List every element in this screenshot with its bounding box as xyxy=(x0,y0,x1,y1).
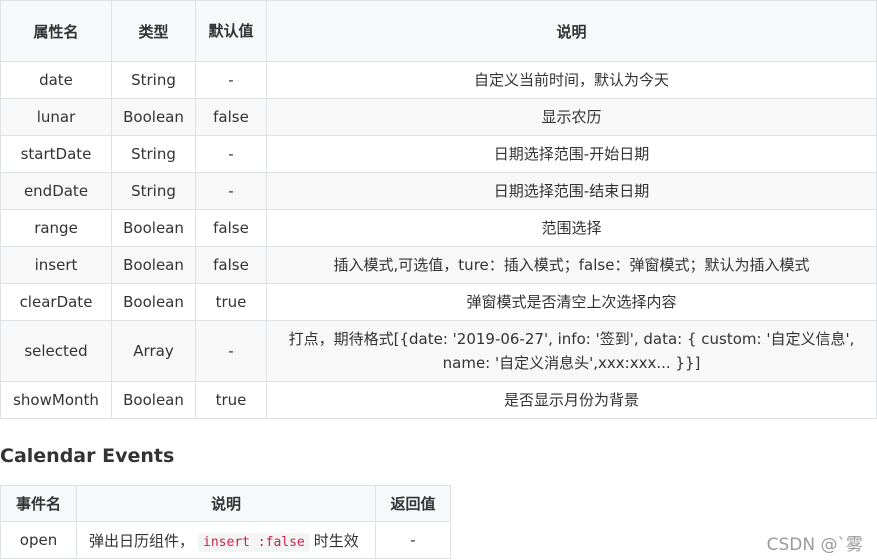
event-desc-code: insert :false xyxy=(198,532,310,552)
props-table: 属性名 类型 默认值 说明 date String - 自定义当前时间，默认为今… xyxy=(0,0,877,419)
table-row: lunar Boolean false 显示农历 xyxy=(0,98,877,136)
prop-default: false xyxy=(195,246,267,284)
prop-default: true xyxy=(195,381,267,419)
header-default: 默认值 xyxy=(195,0,267,62)
event-desc-after: 时生效 xyxy=(313,531,359,550)
table-row: clearDate Boolean true 弹窗模式是否清空上次选择内容 xyxy=(0,283,877,321)
header-event-name: 事件名 xyxy=(0,485,77,522)
prop-desc: 显示农历 xyxy=(266,98,877,136)
props-header-row: 属性名 类型 默认值 说明 xyxy=(0,0,877,62)
prop-type: String xyxy=(111,135,196,173)
table-row: range Boolean false 范围选择 xyxy=(0,209,877,247)
prop-name: date xyxy=(0,61,112,99)
prop-desc: 自定义当前时间，默认为今天 xyxy=(266,61,877,99)
prop-name: showMonth xyxy=(0,381,112,419)
prop-default: false xyxy=(195,209,267,247)
prop-desc: 是否显示月份为背景 xyxy=(266,381,877,419)
table-row: insert Boolean false 插入模式,可选值，ture：插入模式；… xyxy=(0,246,877,284)
prop-default: - xyxy=(195,61,267,99)
header-event-return: 返回值 xyxy=(375,485,451,522)
header-event-desc: 说明 xyxy=(76,485,376,522)
prop-default: false xyxy=(195,98,267,136)
prop-type: Boolean xyxy=(111,98,196,136)
table-row: showMonth Boolean true 是否显示月份为背景 xyxy=(0,381,877,419)
prop-type: Boolean xyxy=(111,209,196,247)
prop-type: String xyxy=(111,172,196,210)
table-row: startDate String - 日期选择范围-开始日期 xyxy=(0,135,877,173)
prop-name: endDate xyxy=(0,172,112,210)
prop-desc: 范围选择 xyxy=(266,209,877,247)
events-header-row: 事件名 说明 返回值 xyxy=(0,485,451,522)
event-name: open xyxy=(0,521,77,559)
prop-type: Boolean xyxy=(111,381,196,419)
prop-desc: 打点，期待格式[{date: '2019-06-27', info: '签到',… xyxy=(266,320,877,382)
prop-type: Boolean xyxy=(111,283,196,321)
prop-type: String xyxy=(111,61,196,99)
events-heading: Calendar Events xyxy=(0,445,175,467)
prop-desc: 日期选择范围-开始日期 xyxy=(266,135,877,173)
table-row: endDate String - 日期选择范围-结束日期 xyxy=(0,172,877,210)
header-desc: 说明 xyxy=(266,0,877,62)
prop-name: selected xyxy=(0,320,112,382)
prop-name: startDate xyxy=(0,135,112,173)
event-desc: 弹出日历组件， insert :false 时生效 xyxy=(76,521,376,559)
table-row: date String - 自定义当前时间，默认为今天 xyxy=(0,61,877,99)
prop-name: lunar xyxy=(0,98,112,136)
prop-desc: 日期选择范围-结束日期 xyxy=(266,172,877,210)
prop-default: - xyxy=(195,320,267,382)
prop-desc: 弹窗模式是否清空上次选择内容 xyxy=(266,283,877,321)
prop-type: Array xyxy=(111,320,196,382)
prop-name: range xyxy=(0,209,112,247)
prop-default: true xyxy=(195,283,267,321)
prop-default: - xyxy=(195,135,267,173)
prop-name: clearDate xyxy=(0,283,112,321)
events-table: 事件名 说明 返回值 open 弹出日历组件， insert :false 时生效 … xyxy=(0,485,451,559)
header-type: 类型 xyxy=(111,0,196,62)
prop-type: Boolean xyxy=(111,246,196,284)
prop-default: - xyxy=(195,172,267,210)
event-desc-before: 弹出日历组件， xyxy=(89,531,195,550)
prop-name: insert xyxy=(0,246,112,284)
prop-desc: 插入模式,可选值，ture：插入模式；false：弹窗模式；默认为插入模式 xyxy=(266,246,877,284)
header-name: 属性名 xyxy=(0,0,112,62)
table-row: selected Array - 打点，期待格式[{date: '2019-06… xyxy=(0,320,877,382)
watermark: CSDN @`雾 xyxy=(766,535,863,555)
table-row: open 弹出日历组件， insert :false 时生效 - xyxy=(0,521,451,559)
event-return: - xyxy=(375,521,451,559)
